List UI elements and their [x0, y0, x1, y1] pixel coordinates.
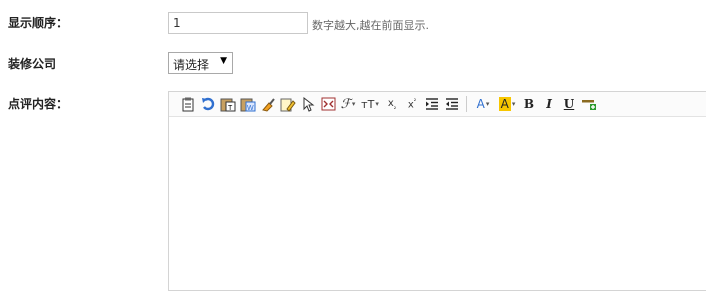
font-family-icon[interactable]: ℱ ▾	[338, 94, 358, 114]
rich-text-editor: T W ℱ ▾ тT ▾ x₂ x² A ▾ A ▾ B I U	[168, 91, 706, 291]
superscript-icon[interactable]: x²	[402, 94, 422, 114]
editor-toolbar: T W ℱ ▾ тT ▾ x₂ x² A ▾ A ▾ B I U	[169, 92, 706, 117]
company-select[interactable]: 请选择 ▼	[168, 52, 233, 74]
clipboard-icon[interactable]	[178, 94, 198, 114]
font-size-icon[interactable]: тT ▾	[358, 94, 382, 114]
eraser-icon[interactable]	[278, 94, 298, 114]
paste-word-icon[interactable]: W	[238, 94, 258, 114]
insert-rule-icon[interactable]	[579, 94, 599, 114]
italic-icon[interactable]: I	[539, 94, 559, 114]
toolbar-separator	[466, 96, 467, 112]
undo-icon[interactable]	[198, 94, 218, 114]
select-all-icon[interactable]	[298, 94, 318, 114]
company-select-value: 请选择	[173, 58, 210, 72]
order-input[interactable]	[168, 12, 308, 34]
order-label: 显示顺序：	[8, 16, 69, 30]
svg-text:W: W	[247, 105, 254, 112]
clean-format-icon[interactable]	[258, 94, 278, 114]
editor-content-area[interactable]	[169, 117, 706, 290]
svg-text:T: T	[228, 105, 233, 112]
font-color-icon[interactable]: A ▾	[471, 94, 495, 114]
bold-icon[interactable]: B	[519, 94, 539, 114]
company-label: 装修公司	[8, 57, 57, 71]
underline-icon[interactable]: U	[559, 94, 579, 114]
subscript-icon[interactable]: x₂	[382, 94, 402, 114]
paste-text-icon[interactable]: T	[218, 94, 238, 114]
highlight-color-icon[interactable]: A ▾	[495, 94, 519, 114]
indent-icon[interactable]	[422, 94, 442, 114]
chevron-down-icon: ▼	[220, 56, 227, 66]
outdent-icon[interactable]	[442, 94, 462, 114]
review-label: 点评内容：	[8, 97, 69, 111]
order-hint: 数字越大,越在前面显示.	[312, 19, 429, 32]
fullscreen-icon[interactable]	[318, 94, 338, 114]
